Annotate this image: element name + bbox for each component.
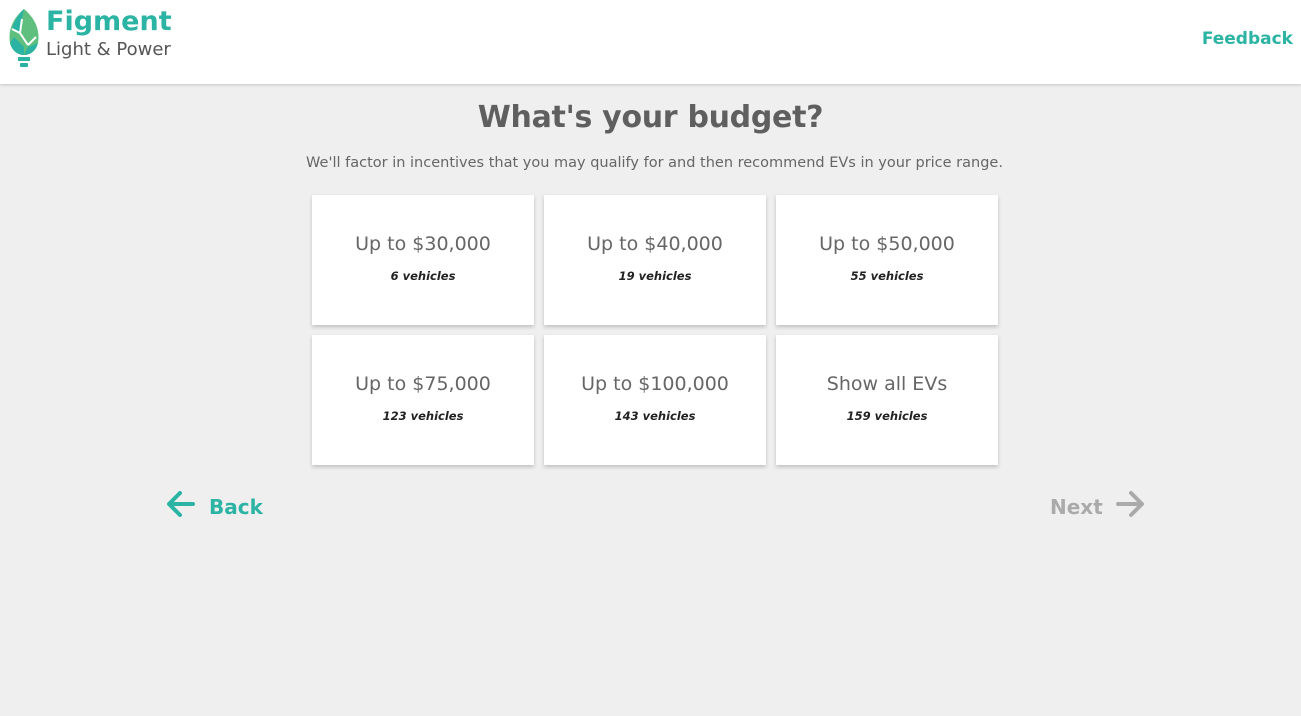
page-title: What's your budget? <box>477 100 824 135</box>
option-vehicle-count: 19 vehicles <box>618 269 692 283</box>
budget-option-40000[interactable]: Up to $40,000 19 vehicles <box>544 195 766 325</box>
option-label: Up to $40,000 <box>587 233 723 255</box>
budget-options: Up to $30,000 6 vehicles Up to $40,000 1… <box>312 195 998 465</box>
budget-option-show-all[interactable]: Show all EVs 159 vehicles <box>776 335 998 465</box>
option-label: Up to $30,000 <box>355 233 491 255</box>
back-label: Back <box>209 495 263 519</box>
option-label: Up to $100,000 <box>581 373 729 395</box>
next-label: Next <box>1050 495 1103 519</box>
logo-subtitle: Light & Power <box>46 39 171 60</box>
option-label: Up to $50,000 <box>819 233 955 255</box>
logo-name: Figment <box>46 6 172 37</box>
budget-option-30000[interactable]: Up to $30,000 6 vehicles <box>312 195 534 325</box>
arrow-right-icon <box>1115 491 1144 517</box>
logo[interactable]: Figment Light & Power <box>6 7 172 69</box>
page-subtitle: We'll factor in incentives that you may … <box>306 155 1003 171</box>
option-vehicle-count: 159 vehicles <box>846 409 928 423</box>
option-vehicle-count: 6 vehicles <box>390 269 456 283</box>
option-vehicle-count: 55 vehicles <box>850 269 924 283</box>
back-button[interactable]: Back <box>166 489 263 519</box>
next-button[interactable]: Next <box>1050 489 1145 519</box>
header: Figment Light & Power Feedback <box>0 0 1301 84</box>
budget-option-75000[interactable]: Up to $75,000 123 vehicles <box>312 335 534 465</box>
option-label: Show all EVs <box>826 373 948 395</box>
option-vehicle-count: 123 vehicles <box>382 409 464 423</box>
option-label: Up to $75,000 <box>355 373 491 395</box>
leaf-bulb-icon <box>9 9 39 67</box>
arrow-left-icon <box>167 491 195 517</box>
budget-option-100000[interactable]: Up to $100,000 143 vehicles <box>544 335 766 465</box>
feedback-link[interactable]: Feedback <box>1202 29 1293 49</box>
budget-option-50000[interactable]: Up to $50,000 55 vehicles <box>776 195 998 325</box>
option-vehicle-count: 143 vehicles <box>614 409 696 423</box>
